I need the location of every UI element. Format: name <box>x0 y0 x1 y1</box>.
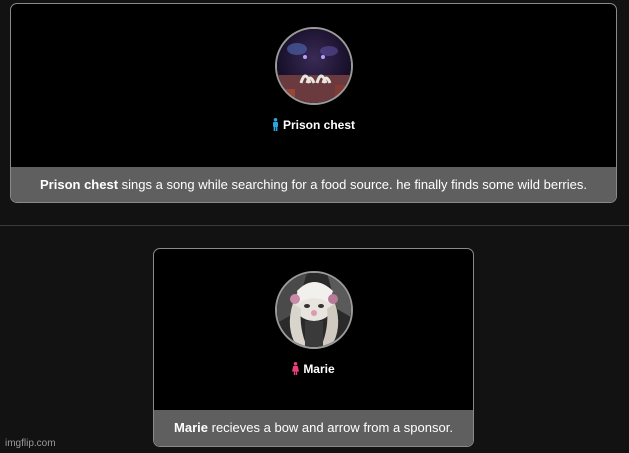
avatar-image <box>276 273 351 347</box>
male-icon <box>272 118 279 134</box>
event-caption: Marie recieves a bow and arrow from a sp… <box>154 410 473 446</box>
avatar-image <box>276 29 351 103</box>
watermark: imgflip.com <box>5 438 56 449</box>
female-icon <box>292 362 300 378</box>
tribute-name: Prison chest <box>282 118 356 132</box>
caption-text: recieves a bow and arrow from a sponsor. <box>208 420 453 435</box>
tribute-avatar <box>274 27 353 105</box>
event-card-2: Marie Marie recieves a bow and arrow fro… <box>153 248 474 447</box>
caption-tribute-name: Prison chest <box>40 177 119 192</box>
tribute-avatar <box>274 271 353 349</box>
tribute-name-row: Marie <box>154 362 473 378</box>
event-card-1: Prison chest Prison chest sings a song w… <box>10 3 617 203</box>
caption-tribute-name: Marie <box>174 420 208 435</box>
divider <box>0 225 629 226</box>
tribute-name: Marie <box>303 362 335 376</box>
event-caption: Prison chest sings a song while searchin… <box>11 167 616 202</box>
tribute-name-row: Prison chest <box>11 118 616 134</box>
caption-text: sings a song while searching for a food … <box>118 177 587 192</box>
